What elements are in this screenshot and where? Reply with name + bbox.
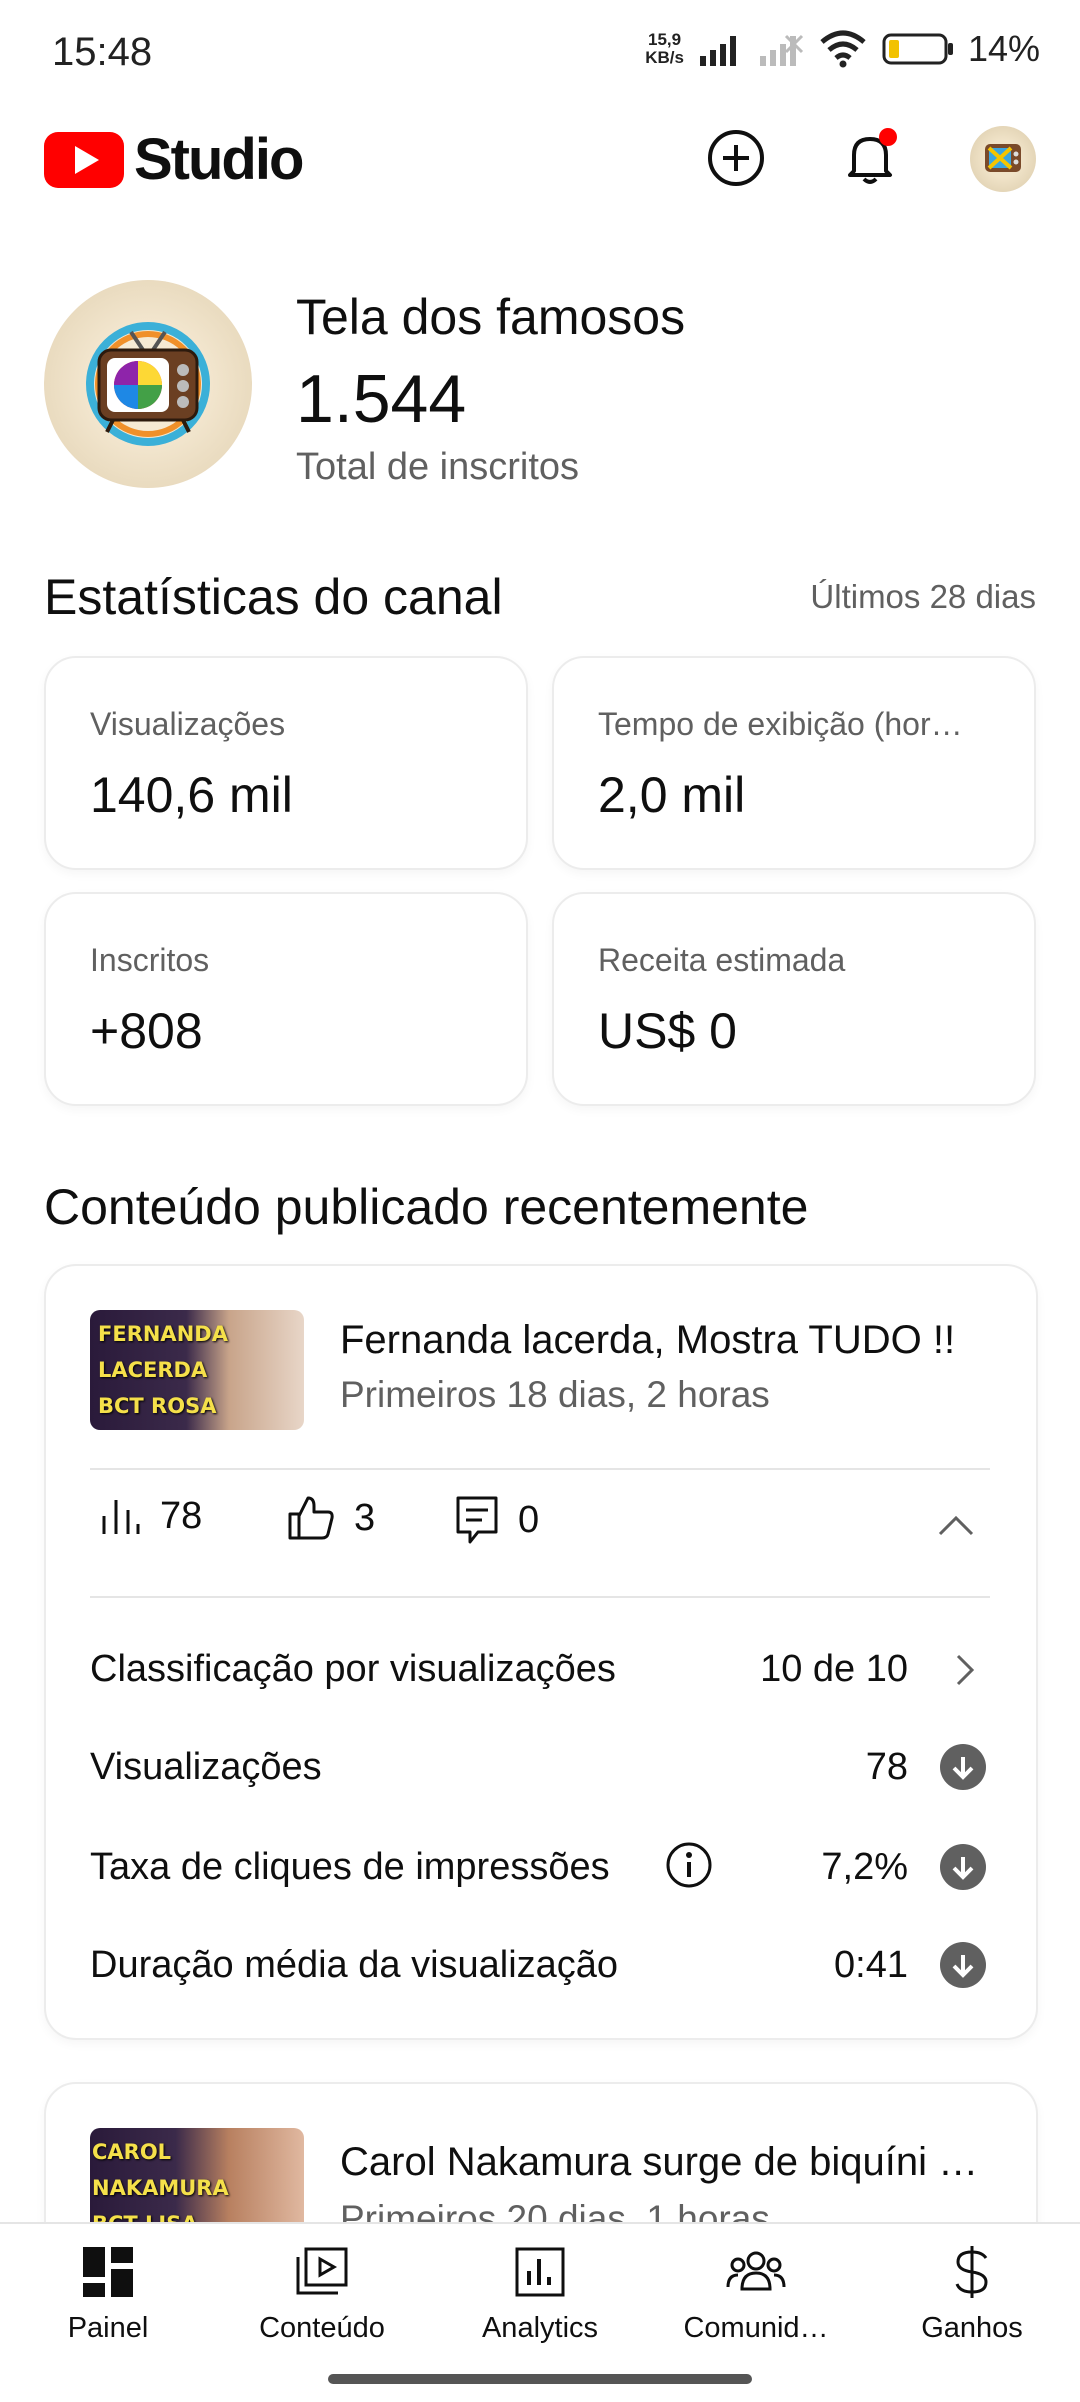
recent-video-card: FERNANDA LACERDA BCT ROSA Fernanda lacer… — [44, 1264, 1038, 2040]
dashboard-icon — [83, 2247, 133, 2297]
nav-item-painel[interactable]: Painel — [8, 2242, 208, 2345]
create-icon — [708, 130, 764, 186]
network-speed: 15,9 KB/s — [645, 31, 684, 67]
nav-item-ganhos[interactable]: Ganhos — [872, 2242, 1072, 2345]
home-indicator[interactable] — [328, 2374, 752, 2384]
row-ctr-value: 7,2% — [821, 1846, 908, 1888]
nav-item-comunidade[interactable]: Comunid… — [656, 2242, 856, 2345]
channel-avatar[interactable] — [44, 280, 252, 488]
video-subtitle: Primeiros 18 dias, 2 horas — [340, 1374, 770, 1415]
channel-name: Tela dos famosos — [296, 289, 686, 345]
youtube-studio-logo: Studio — [44, 126, 304, 193]
youtube-logo-icon — [44, 131, 124, 188]
stat-label: Inscritos — [90, 942, 210, 978]
battery-percent: 14% — [967, 28, 1040, 69]
notifications-icon — [848, 128, 897, 184]
divider — [90, 1468, 990, 1470]
channel-subscribers-label: Total de inscritos — [296, 446, 580, 488]
network-speed-value: 15,9 — [648, 30, 682, 49]
retro-tv-icon — [86, 322, 210, 446]
stat-value: 2,0 mil — [598, 767, 746, 823]
metric-likes: 3 — [286, 1494, 375, 1542]
nav-label: Ganhos — [921, 2312, 1023, 2344]
thumbs-up-icon — [288, 1496, 334, 1540]
battery-icon — [882, 33, 953, 65]
stat-value: 140,6 mil — [90, 767, 293, 823]
divider — [90, 1596, 990, 1598]
video-title[interactable]: Fernanda lacerda, Mostra TUDO !! — [340, 1318, 955, 1363]
views-count: 78 — [160, 1494, 203, 1537]
stat-label: Visualizações — [90, 706, 286, 742]
nav-item-analytics[interactable]: Analytics — [440, 2242, 640, 2345]
trend-down-icon — [940, 1844, 986, 1890]
analytics-icon — [515, 2247, 565, 2297]
wifi-icon — [820, 30, 866, 68]
nav-item-conteudo[interactable]: Conteúdo — [222, 2242, 422, 2345]
nav-label: Painel — [67, 2312, 149, 2344]
row-avg-duration-label: Duração média da visualização — [90, 1944, 619, 1986]
row-ctr-label: Taxa de cliques de impressões — [90, 1846, 610, 1888]
trend-down-icon — [940, 1744, 986, 1790]
stats-period[interactable]: Últimos 28 dias — [810, 578, 1036, 616]
recent-content-title: Conteúdo publicado recentemente — [44, 1179, 809, 1235]
content-icon — [296, 2247, 348, 2295]
create-button[interactable] — [704, 126, 768, 190]
stat-value: +808 — [90, 1003, 203, 1059]
chevron-right-icon[interactable] — [952, 1650, 978, 1690]
notifications-button[interactable] — [838, 126, 902, 190]
stat-card-watch-time[interactable]: Tempo de exibição (hor… 2,0 mil — [552, 656, 1036, 870]
app-name: Studio — [134, 127, 304, 192]
signal-icon — [699, 36, 736, 66]
video-title[interactable]: Carol Nakamura surge de biquíni … — [340, 2140, 978, 2185]
channel-tv-icon — [985, 144, 1021, 172]
signal-off-icon — [759, 34, 803, 66]
bar-chart-icon — [102, 1500, 140, 1534]
row-avg-duration-value: 0:41 — [834, 1944, 908, 1986]
info-icon[interactable] — [664, 1840, 714, 1890]
comments-count: 0 — [518, 1498, 540, 1541]
thumbnail-text: FERNANDA LACERDA BCT ROSA — [98, 1322, 228, 1418]
earn-icon — [955, 2246, 988, 2298]
community-icon — [726, 2251, 786, 2291]
status-time: 15:48 — [52, 30, 153, 74]
network-speed-unit: KB/s — [645, 48, 684, 67]
row-views-label: Visualizações — [90, 1746, 322, 1788]
account-avatar[interactable] — [970, 126, 1036, 192]
row-rank-value: 10 de 10 — [760, 1648, 908, 1690]
status-icons: 15,9 KB/s 14% — [645, 28, 1040, 70]
row-views-value: 78 — [865, 1746, 908, 1788]
stat-label: Receita estimada — [598, 942, 846, 978]
likes-count: 3 — [354, 1496, 376, 1539]
stat-label: Tempo de exibição (hor… — [598, 706, 963, 742]
nav-label: Comunid… — [683, 2312, 829, 2344]
comment-icon — [456, 1496, 498, 1544]
row-rank-label: Classificação por visualizações — [90, 1648, 616, 1690]
trend-down-icon — [940, 1942, 986, 1988]
stats-title: Estatísticas do canal — [44, 569, 503, 625]
stat-card-subscribers[interactable]: Inscritos +808 — [44, 892, 528, 1106]
chevron-up-icon[interactable] — [936, 1512, 976, 1538]
nav-label: Analytics — [481, 2312, 599, 2344]
stat-value: US$ 0 — [598, 1003, 737, 1059]
nav-label: Conteúdo — [259, 2312, 385, 2344]
metric-views: 78 — [98, 1494, 202, 1538]
channel-subscribers: 1.544 — [296, 361, 467, 437]
video-thumbnail[interactable]: FERNANDA LACERDA BCT ROSA — [90, 1310, 304, 1430]
stat-card-views[interactable]: Visualizações 140,6 mil — [44, 656, 528, 870]
metric-comments: 0 — [454, 1494, 539, 1546]
stat-card-revenue[interactable]: Receita estimada US$ 0 — [552, 892, 1036, 1106]
